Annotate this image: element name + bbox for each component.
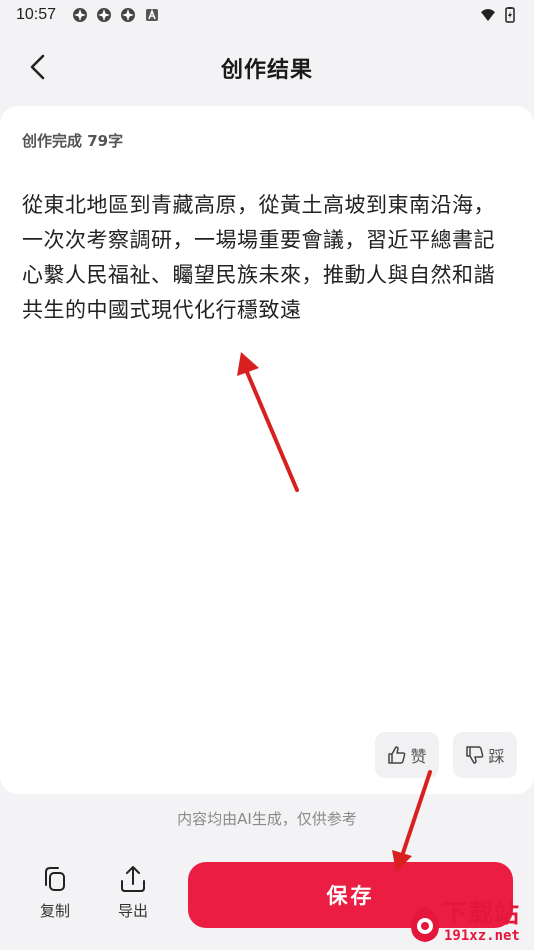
like-button[interactable]: 赞 xyxy=(375,732,439,778)
result-card: 创作完成 79字 從東北地區到青藏高原，從黃土高坡到東南沿海，一次次考察調研，一… xyxy=(0,106,534,794)
copy-button[interactable]: 复制 xyxy=(27,864,83,934)
translate-notification-icon xyxy=(146,8,159,21)
status-time: 10:57 xyxy=(16,6,57,23)
dislike-button[interactable]: 踩 xyxy=(453,732,517,778)
copy-label: 复制 xyxy=(39,902,70,920)
page-title: 创作结果 xyxy=(220,58,313,83)
app-notification-icon xyxy=(121,8,136,22)
thumbs-down-icon xyxy=(466,746,484,764)
battery-icon xyxy=(505,7,515,23)
app-notification-icon xyxy=(97,8,112,22)
status-bar: 10:57 xyxy=(0,0,534,30)
status-left: 10:57 xyxy=(16,6,160,24)
bottom-toolbar: 复制 导出 保存 xyxy=(0,850,534,950)
export-icon xyxy=(121,866,145,892)
status-right xyxy=(480,7,518,23)
app-notification-icon xyxy=(73,8,88,22)
ai-disclaimer: 内容均由AI生成，仅供参考 xyxy=(177,810,357,828)
back-arrow-icon[interactable] xyxy=(24,52,54,82)
header: 创作结果 xyxy=(0,36,534,100)
word-count-label: 创作完成 79字 xyxy=(22,132,124,150)
export-label: 导出 xyxy=(117,902,148,920)
generated-text: 從東北地區到青藏高原，從黃土高坡到東南沿海，一次次考察調研，一場場重要會議，習近… xyxy=(22,193,495,322)
wifi-icon xyxy=(481,9,495,21)
copy-icon xyxy=(45,867,65,891)
thumbs-up-icon xyxy=(388,746,406,764)
like-label: 赞 xyxy=(410,747,427,766)
dislike-label: 踩 xyxy=(488,747,505,766)
save-button[interactable]: 保存 xyxy=(188,862,513,928)
export-button[interactable]: 导出 xyxy=(105,864,161,934)
